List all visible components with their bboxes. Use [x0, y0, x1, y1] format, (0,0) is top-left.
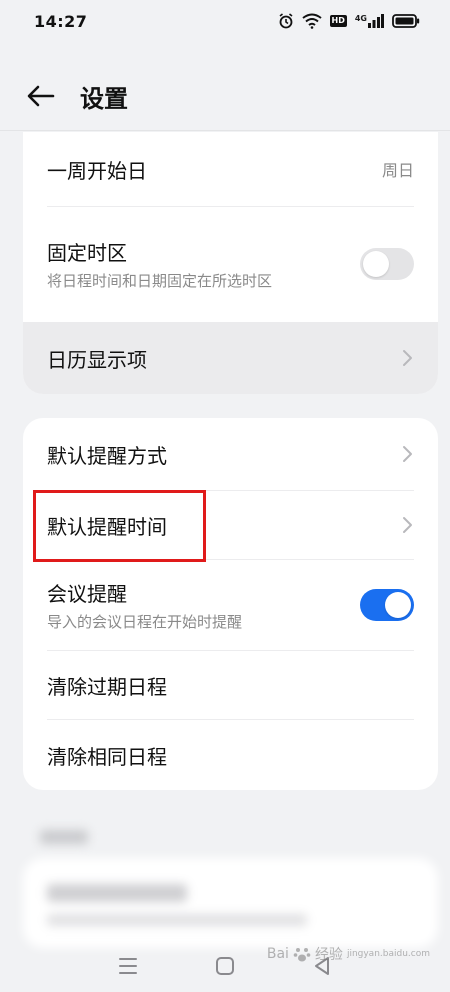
- nav-home-button[interactable]: [210, 951, 240, 981]
- blurred-line: [47, 914, 307, 926]
- row-clear-duplicates[interactable]: 清除相同日程: [23, 720, 438, 790]
- row-description: 将日程时间和日期固定在所选时区: [47, 271, 273, 290]
- row-label: 清除过期日程: [47, 674, 167, 699]
- row-label: 一周开始日: [47, 158, 147, 183]
- status-bar: 14:27 HD 4G: [0, 0, 450, 42]
- row-label: 会议提醒: [47, 581, 127, 606]
- watermark-text: Bai: [266, 946, 289, 962]
- row-week-start[interactable]: 一周开始日 周日: [23, 132, 438, 206]
- signal-4g-icon: 4G: [355, 14, 384, 28]
- page-title: 设置: [80, 84, 128, 113]
- row-label: 日历显示项: [47, 347, 147, 372]
- settings-card-reminders: 默认提醒方式 默认提醒时间 会议提醒 导入的会议日程在开始时提醒 清除过期日程 …: [23, 418, 438, 790]
- hd-icon: HD: [329, 15, 347, 27]
- alarm-icon: [279, 13, 293, 29]
- settings-card-display: 一周开始日 周日 固定时区 将日程时间和日期固定在所选时区 日历显示项: [23, 132, 438, 394]
- row-value: 周日: [381, 161, 414, 180]
- blurred-heading: [40, 830, 88, 844]
- row-default-reminder-method[interactable]: 默认提醒方式: [23, 418, 438, 490]
- arrow-left-icon: [27, 85, 55, 107]
- back-button[interactable]: [24, 79, 58, 113]
- app-header: 设置: [0, 68, 450, 124]
- wifi-icon: [301, 13, 322, 29]
- row-fixed-timezone: 固定时区 将日程时间和日期固定在所选时区: [23, 207, 438, 321]
- status-icons: HD 4G: [278, 13, 420, 29]
- chevron-right-icon: [403, 446, 412, 462]
- row-calendar-display[interactable]: 日历显示项: [23, 322, 438, 394]
- row-label: 清除相同日程: [47, 744, 167, 769]
- row-label: 默认提醒方式: [47, 443, 167, 468]
- fixed-timezone-toggle[interactable]: [360, 248, 414, 280]
- blurred-section: [0, 810, 450, 948]
- toggle-knob: [385, 592, 411, 618]
- blurred-card: [23, 858, 438, 948]
- watermark-text-2: 经验: [314, 947, 343, 963]
- toggle-knob: [363, 251, 389, 277]
- annotation-highlight-box: [33, 490, 206, 562]
- menu-icon: [119, 958, 138, 974]
- watermark-sub: jingyan.baidu.com: [346, 949, 430, 959]
- watermark: Bai 经验 jingyan.baidu.com: [267, 944, 430, 964]
- meeting-reminder-toggle[interactable]: [360, 589, 414, 621]
- blurred-line: [47, 884, 187, 902]
- chevron-right-icon: [403, 517, 412, 533]
- row-meeting-reminder: 会议提醒 导入的会议日程在开始时提醒: [23, 560, 438, 650]
- battery-icon: [392, 14, 420, 28]
- header-divider: [0, 130, 450, 131]
- home-square-icon: [215, 957, 234, 975]
- status-time: 14:27: [34, 11, 88, 31]
- nav-menu-button[interactable]: [113, 951, 143, 981]
- row-text: 会议提醒 导入的会议日程在开始时提醒: [47, 578, 347, 633]
- row-text: 固定时区 将日程时间和日期固定在所选时区: [47, 237, 347, 292]
- row-label: 固定时区: [47, 240, 127, 265]
- chevron-right-icon: [403, 350, 412, 366]
- row-description: 导入的会议日程在开始时提醒: [47, 612, 243, 631]
- paw-icon: [293, 948, 311, 962]
- row-clear-expired[interactable]: 清除过期日程: [23, 651, 438, 719]
